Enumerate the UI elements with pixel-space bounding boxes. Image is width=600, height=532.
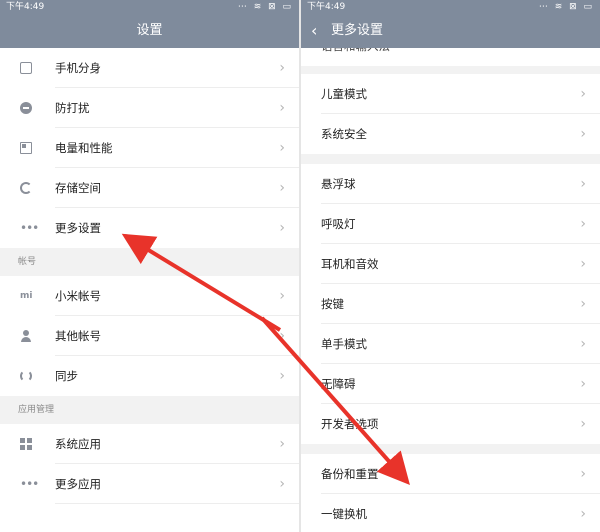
- item-label: 按键: [321, 297, 344, 311]
- status-icons: ⋯ ≋ ⊠ ▭: [237, 2, 293, 12]
- item-label: 系统应用: [55, 437, 101, 451]
- chevron-right-icon: ›: [580, 466, 586, 482]
- settings-item-kids-mode[interactable]: 儿童模式 ›: [301, 74, 600, 114]
- chevron-right-icon: ›: [580, 336, 586, 352]
- chevron-right-icon: ›: [580, 126, 586, 142]
- settings-item-accessibility[interactable]: 无障碍 ›: [301, 364, 600, 404]
- status-icons: ⋯ ≋ ⊠ ▭: [538, 2, 594, 12]
- status-bar: 下午4:49 ⋯ ≋ ⊠ ▭: [0, 0, 299, 14]
- item-label: 悬浮球: [321, 177, 356, 191]
- chevron-right-icon: ›: [580, 176, 586, 192]
- page-title: 设置: [0, 14, 299, 48]
- settings-item-developer-options[interactable]: 开发者选项 ›: [301, 404, 600, 444]
- settings-item-system-apps[interactable]: 系统应用 ›: [0, 424, 299, 464]
- user-icon: [20, 330, 32, 342]
- settings-item-sync[interactable]: 同步 ›: [0, 356, 299, 396]
- section-header-app-management: 应用管理: [0, 396, 299, 424]
- chevron-right-icon: ›: [580, 296, 586, 312]
- grid-icon: [20, 438, 32, 450]
- chevron-right-icon: ›: [580, 376, 586, 392]
- settings-item-dual-apps[interactable]: 手机分身 ›: [0, 48, 299, 88]
- item-label: 一键换机: [321, 507, 367, 521]
- chevron-right-icon: ›: [279, 60, 285, 76]
- chevron-right-icon: ›: [279, 140, 285, 156]
- settings-panel: 下午4:49 ⋯ ≋ ⊠ ▭ 设置 手机分身 › 防打扰 › 电量和性能 › 存…: [0, 0, 299, 532]
- item-label: 备份和重置: [321, 467, 379, 481]
- section-gap: [301, 444, 600, 454]
- chevron-right-icon: ›: [279, 100, 285, 116]
- item-label: 耳机和音效: [321, 257, 379, 271]
- item-label: 儿童模式: [321, 87, 367, 101]
- chevron-right-icon: ›: [279, 220, 285, 236]
- chevron-right-icon: ›: [279, 288, 285, 304]
- chevron-right-icon: ›: [279, 180, 285, 196]
- settings-item-other-accounts[interactable]: 其他帐号 ›: [0, 316, 299, 356]
- phone-icon: [20, 62, 32, 74]
- item-label: 单手模式: [321, 337, 367, 351]
- settings-item-notification-light[interactable]: 呼吸灯 ›: [301, 204, 600, 244]
- item-label: 开发者选项: [321, 417, 379, 431]
- settings-item-mi-account[interactable]: mi 小米帐号 ›: [0, 276, 299, 316]
- chevron-right-icon: ›: [580, 256, 586, 272]
- more-dots-icon: •••: [20, 221, 39, 235]
- chevron-right-icon: ›: [580, 216, 586, 232]
- item-label: 更多设置: [55, 221, 101, 235]
- item-label: 语言和输入法: [321, 48, 390, 56]
- item-label: 系统安全: [321, 127, 367, 141]
- item-label: 存储空间: [55, 181, 101, 195]
- item-label: 小米帐号: [55, 289, 101, 303]
- status-time: 下午4:49: [6, 2, 45, 12]
- settings-item-storage[interactable]: 存储空间 ›: [0, 168, 299, 208]
- item-label: 呼吸灯: [321, 217, 356, 231]
- more-settings-panel: 下午4:49 ⋯ ≋ ⊠ ▭ ‹ 更多设置 语言和输入法 儿童模式 › 系统安全…: [301, 0, 600, 532]
- settings-item-floating-ball[interactable]: 悬浮球 ›: [301, 164, 600, 204]
- section-gap: [301, 154, 600, 164]
- back-arrow-icon[interactable]: ‹: [311, 14, 317, 48]
- chevron-right-icon: ›: [279, 328, 285, 344]
- chevron-right-icon: ›: [580, 506, 586, 522]
- chevron-right-icon: ›: [580, 86, 586, 102]
- status-bar: 下午4:49 ⋯ ≋ ⊠ ▭: [301, 0, 600, 14]
- item-label: 防打扰: [55, 101, 90, 115]
- item-label: 无障碍: [321, 377, 356, 391]
- more-dots-icon: •••: [20, 477, 39, 491]
- chevron-right-icon: ›: [279, 436, 285, 452]
- chevron-right-icon: ›: [279, 368, 285, 384]
- section-header-accounts: 帐号: [0, 248, 299, 276]
- item-label: 同步: [55, 369, 78, 383]
- chevron-right-icon: ›: [279, 476, 285, 492]
- settings-item-do-not-disturb[interactable]: 防打扰 ›: [0, 88, 299, 128]
- item-label: 手机分身: [55, 61, 101, 75]
- chevron-right-icon: ›: [580, 416, 586, 432]
- section-gap: [301, 66, 600, 74]
- settings-item-system-security[interactable]: 系统安全 ›: [301, 114, 600, 154]
- settings-item-headphones-audio[interactable]: 耳机和音效 ›: [301, 244, 600, 284]
- sync-icon: [20, 370, 32, 382]
- settings-item-backup-reset[interactable]: 备份和重置 ›: [301, 454, 600, 494]
- battery-icon: [20, 142, 32, 154]
- mi-logo-icon: mi: [20, 291, 33, 301]
- settings-item-mi-mover[interactable]: 一键换机 ›: [301, 494, 600, 532]
- do-not-disturb-icon: [20, 102, 32, 114]
- settings-item-language-input[interactable]: 语言和输入法: [301, 48, 600, 66]
- page-title: 更多设置: [331, 23, 384, 38]
- settings-item-buttons[interactable]: 按键 ›: [301, 284, 600, 324]
- item-label: 更多应用: [55, 477, 101, 491]
- item-label: 其他帐号: [55, 329, 101, 343]
- settings-item-more-apps[interactable]: ••• 更多应用 ›: [0, 464, 299, 504]
- page-title-bar: ‹ 更多设置: [301, 14, 600, 48]
- settings-item-more-settings[interactable]: ••• 更多设置 ›: [0, 208, 299, 248]
- item-label: 电量和性能: [55, 141, 113, 155]
- status-time: 下午4:49: [307, 2, 346, 12]
- settings-item-battery[interactable]: 电量和性能 ›: [0, 128, 299, 168]
- settings-item-one-handed-mode[interactable]: 单手模式 ›: [301, 324, 600, 364]
- storage-icon: [20, 182, 32, 194]
